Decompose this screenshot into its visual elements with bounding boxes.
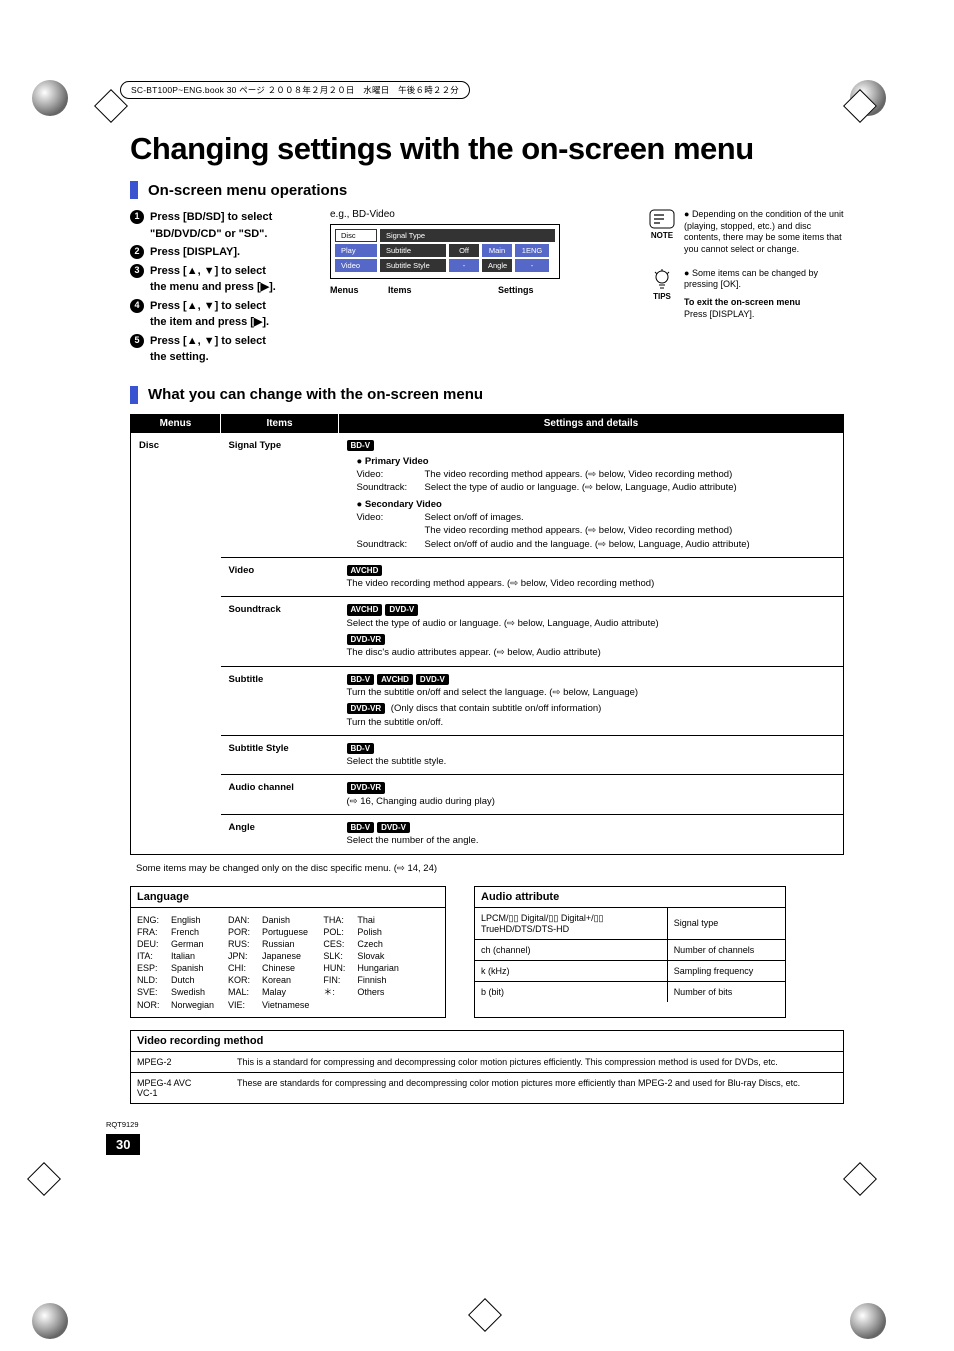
- note-block: NOTE Depending on the condition of the u…: [646, 209, 844, 256]
- tips-icon: [652, 268, 672, 290]
- table-row: Angle BD-VDVD-V Select the number of the…: [131, 815, 844, 855]
- table-row: Audio channel DVD-VR (⇨ 16, Changing aud…: [131, 775, 844, 815]
- table-row: Disc Signal Type BD-V ● Primary Video Vi…: [131, 432, 844, 557]
- table-row: Video AVCHD The video recording method a…: [131, 557, 844, 597]
- section-header-operations: On-screen menu operations: [130, 181, 844, 199]
- book-meta-line: SC-BT100P~ENG.book 30 ページ ２００８年２月２０日 水曜日…: [120, 81, 470, 99]
- settings-table: Menus Items Settings and details Disc Si…: [130, 414, 844, 855]
- table-row: Subtitle BD-VAVCHDDVD-V Turn the subtitl…: [131, 666, 844, 735]
- tips-block: TIPS Some items can be changed by pressi…: [646, 268, 844, 321]
- page-number-block: RQT9129 30: [106, 1114, 820, 1155]
- note-icon: [649, 209, 675, 229]
- page-title: Changing settings with the on-screen men…: [130, 131, 844, 167]
- table-row: Soundtrack AVCHDDVD-V Select the type of…: [131, 597, 844, 666]
- audio-attribute-box: Audio attribute LPCM/▯▯ Digital/▯▯ Digit…: [474, 886, 786, 1018]
- osd-diagram: e.g., BD-Video Disc Signal Type Play Sub…: [330, 209, 626, 295]
- registration-mark: [850, 1303, 886, 1339]
- section-header-change: What you can change with the on-screen m…: [130, 386, 844, 404]
- table-row: Subtitle Style BD-V Select the subtitle …: [131, 735, 844, 775]
- table-footnote: Some items may be changed only on the di…: [136, 863, 844, 874]
- registration-mark: [32, 1303, 68, 1339]
- language-box: Language ENG:EnglishFRA:FrenchDEU:German…: [130, 886, 446, 1018]
- crop-mark: [468, 1298, 502, 1332]
- video-recording-method-box: Video recording method MPEG-2This is a s…: [130, 1030, 844, 1104]
- steps-list: 1Press [BD/SD] to select "BD/DVD/CD" or …: [130, 209, 310, 368]
